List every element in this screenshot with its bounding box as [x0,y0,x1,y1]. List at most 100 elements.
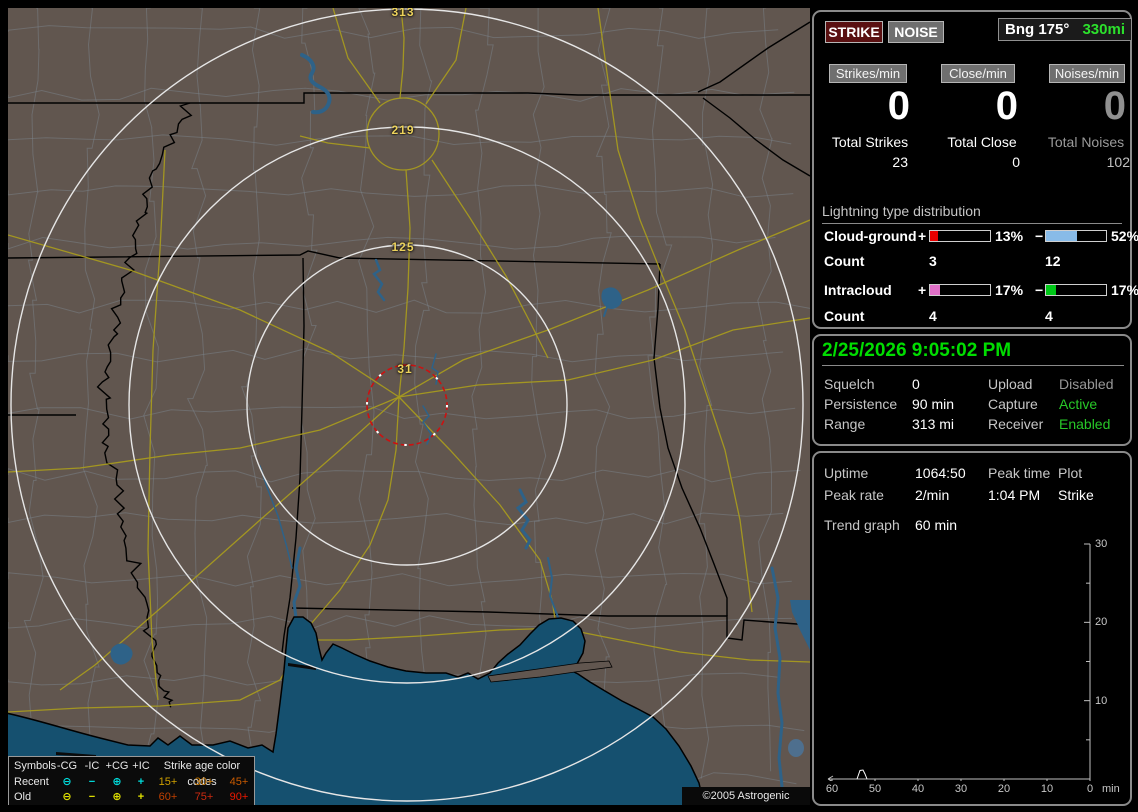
noise-mode-button[interactable]: NOISE [888,21,944,43]
persistence-label: Persistence [824,396,898,412]
legend-recent-label: Recent [14,776,49,788]
ring-label-219: 219 [391,123,415,137]
plus-sign: + [918,282,927,298]
noises-per-min-chip[interactable]: Noises/min [1049,64,1125,83]
minus-sign: − [1035,282,1044,298]
x-tick-20: 20 [997,783,1011,795]
upload-status: Disabled [1059,376,1114,392]
strike-map[interactable]: 31 125 219 313 Symbols -CG -IC +CG +IC S… [8,8,810,805]
squelch-label: Squelch [824,376,875,392]
x-tick-50: 50 [868,783,882,795]
distribution-title: Lightning type distribution [822,203,1122,224]
old-pos-ic-icon: + [137,791,145,803]
x-tick-10: 10 [1040,783,1054,795]
age-45: 45+ [229,776,249,788]
age-90: 90+ [229,791,249,803]
x-tick-40: 40 [911,783,925,795]
upload-label: Upload [988,376,1033,392]
bearing-range: 330mi [1082,21,1125,38]
ic-plus-count: 4 [929,308,937,324]
age-75: 75+ [194,791,214,803]
uptime-label: Uptime [824,465,869,481]
close-per-min-value: 0 [995,84,1018,128]
ic-minus-count: 4 [1045,308,1053,324]
ic-minus-pct: 17% [1111,282,1138,298]
cg-plus-count: 3 [929,253,937,269]
plot-mode-value: Strike [1058,487,1094,503]
cloud-ground-label: Cloud-ground [824,228,917,244]
plus-sign: + [918,228,927,244]
age-30: 30+ [194,776,214,788]
total-close-value: 0 [1012,154,1020,170]
recent-pos-ic-icon: + [137,776,145,788]
squelch-value: 0 [912,376,920,392]
peak-time-value: 1:04 PM [988,487,1041,503]
age-60: 60+ [158,791,178,803]
cg-minus-count: 12 [1045,253,1061,269]
y-tick-20: 20 [1095,616,1108,629]
old-neg-cg-icon: ⊖ [62,791,72,803]
y-tick-10: 10 [1095,694,1108,707]
strikes-per-min-chip[interactable]: Strikes/min [829,64,907,83]
legend-col-neg-cg: -CG [56,760,78,772]
cg-plus-pct: 13% [995,228,1024,244]
total-close-label: Total Close [947,134,1017,150]
total-noises-value: 102 [1106,154,1130,170]
capture-status: Active [1059,396,1098,412]
intracloud-label: Intracloud [824,282,892,298]
uptime-value: 1064:50 [915,465,966,481]
capture-label: Capture [988,396,1038,412]
counters-panel: STRIKE NOISE Bng 175° 330mi Strikes/min … [812,10,1138,329]
old-neg-ic-icon: − [88,791,96,803]
ring-label-125: 125 [391,240,415,254]
minus-sign: − [1035,228,1044,244]
count-label: Count [824,308,865,324]
x-tick-60: 60 [825,783,839,795]
trend-series [856,769,868,780]
plot-label: Plot [1058,465,1083,481]
bearing-indicator: Bng 175° 330mi [998,18,1132,41]
total-strikes-value: 23 [892,154,908,170]
persistence-value: 90 min [912,396,955,412]
ring-label-313: 313 [391,8,415,19]
age-15: 15+ [158,776,178,788]
recent-neg-cg-icon: ⊖ [62,776,72,788]
cg-minus-pct: 52% [1111,228,1138,244]
copyright-notice: ©2005 Astrogenic Systems [682,787,810,805]
trend-panel: Uptime 1064:50 Peak time Plot Peak rate … [812,451,1132,806]
legend-col-pos-cg: +CG [105,760,129,772]
clock: 2/25/2026 9:05:02 PM [822,340,1124,366]
count-label: Count [824,253,865,269]
trend-window-value: 60 min [915,517,958,533]
ic-plus-bar [929,284,991,296]
strike-mode-button[interactable]: STRIKE [825,21,883,43]
cloud-ground-count-row: Count 3 12 [814,253,1130,269]
recent-pos-cg-icon: ⊕ [112,776,122,788]
total-noises-label: Total Noises [1047,134,1125,150]
receiver-label: Receiver [988,416,1044,432]
x-tick-30: 30 [954,783,968,795]
status-panel: 2/25/2026 9:05:02 PM Squelch 0 Upload Di… [812,334,1132,446]
ring-label-31: 31 [397,362,413,376]
range-label: Range [824,416,866,432]
x-axis-unit: min [1102,783,1120,795]
noises-per-min-value: 0 [1103,84,1126,128]
trend-graph: 60 50 40 30 20 10 0 10 20 30 min [814,533,1132,805]
x-tick-0: 0 [1086,783,1094,795]
cg-minus-bar [1045,230,1107,242]
strikes-per-min-value: 0 [887,84,910,128]
symbol-legend: Symbols -CG -IC +CG +IC Strike age color… [8,756,255,805]
close-per-min-chip[interactable]: Close/min [941,64,1015,83]
y-tick-30: 30 [1095,538,1108,550]
receiver-status: Enabled [1059,416,1111,432]
ic-plus-pct: 17% [995,282,1024,298]
legend-col-neg-ic: -IC [84,760,100,772]
cloud-ground-row: Cloud-ground + 13% − 52% [814,228,1138,244]
peak-rate-value: 2/min [915,487,950,503]
intracloud-count-row: Count 4 4 [814,308,1130,324]
legend-symbols-header: Symbols [14,760,57,772]
lightning-detector-app: 31 125 219 313 Symbols -CG -IC +CG +IC S… [0,0,1138,812]
ic-minus-bar [1045,284,1107,296]
trend-graph-label: Trend graph [824,517,900,533]
intracloud-row: Intracloud + 17% − 17% [814,282,1138,298]
